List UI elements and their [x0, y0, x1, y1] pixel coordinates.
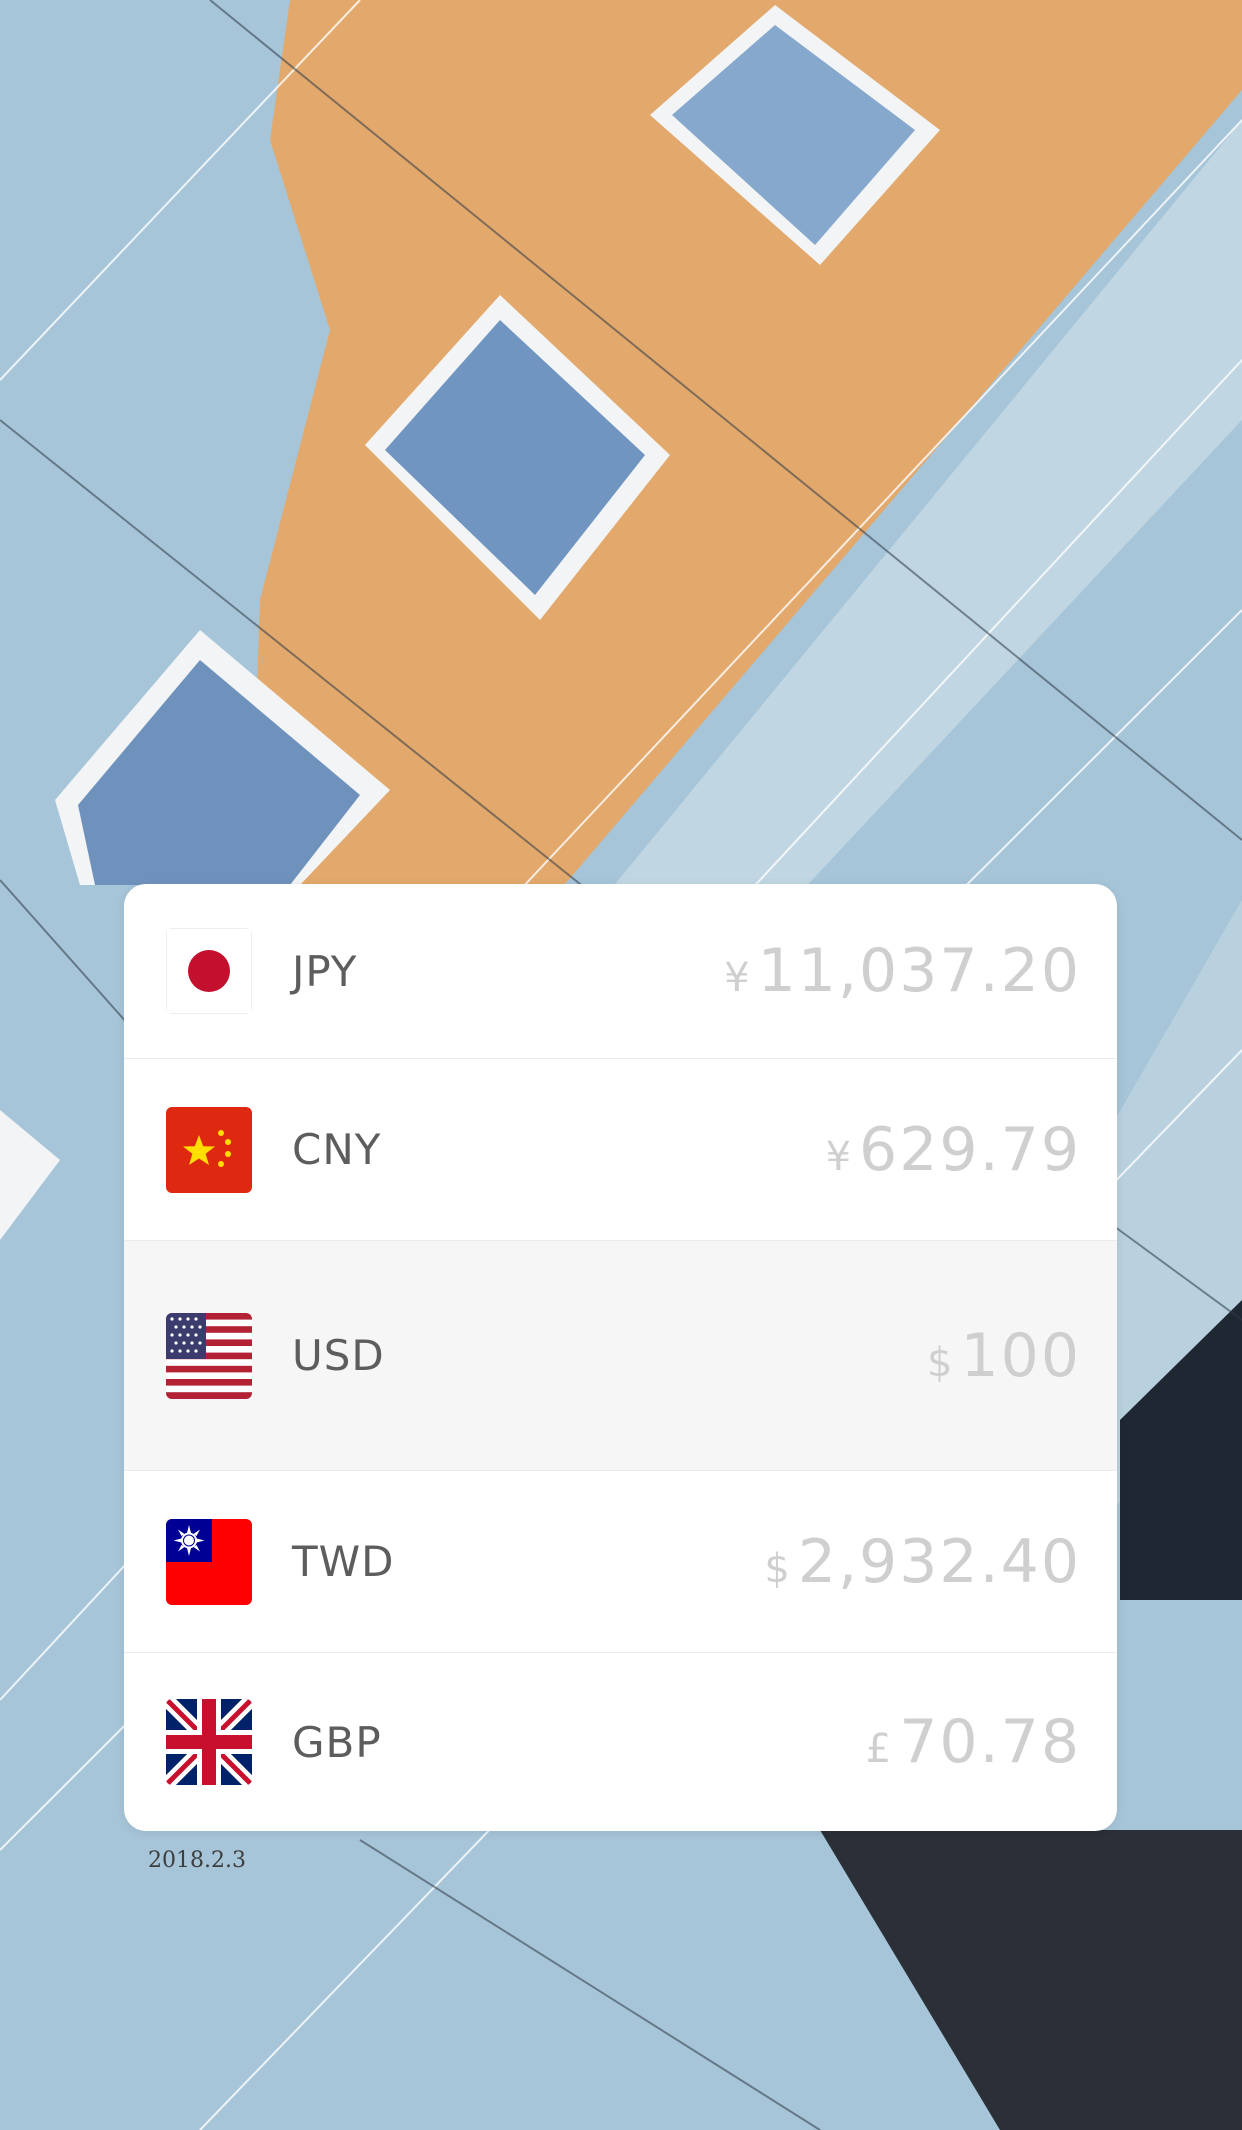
currency-symbol: ¥: [724, 955, 752, 1001]
amount-value: 2,932.40: [797, 1526, 1081, 1597]
currency-row-gbp[interactable]: GBP £ 70.78: [124, 1653, 1117, 1831]
currency-amount[interactable]: ¥ 629.79: [826, 1115, 1081, 1185]
taiwan-flag-icon: [166, 1519, 252, 1605]
currency-amount[interactable]: $ 2,932.40: [764, 1527, 1081, 1597]
currency-row-cny[interactable]: CNY ¥ 629.79: [124, 1059, 1117, 1241]
currency-code: USD: [292, 1331, 385, 1380]
currency-code: JPY: [292, 946, 358, 996]
uk-flag-icon: [166, 1699, 252, 1785]
china-flag-icon: [166, 1107, 252, 1193]
currency-symbol: $: [927, 1339, 955, 1386]
amount-value: 11,037.20: [757, 936, 1081, 1006]
currency-amount[interactable]: £ 70.78: [866, 1707, 1081, 1777]
currency-code: TWD: [292, 1537, 395, 1586]
currency-code: GBP: [292, 1717, 382, 1767]
amount-value: 70.78: [899, 1707, 1081, 1777]
rate-date-label: 2018.2.3: [148, 1848, 246, 1873]
currency-symbol: ¥: [825, 1133, 854, 1180]
currency-row-jpy[interactable]: JPY ¥ 11,037.20: [124, 884, 1117, 1059]
currency-list-card: JPY ¥ 11,037.20 CNY ¥ 629.79 USD $ 100 T…: [124, 884, 1117, 1831]
amount-value: 100: [960, 1320, 1081, 1391]
currency-row-usd[interactable]: USD $ 100: [124, 1241, 1117, 1471]
currency-amount[interactable]: $ 100: [927, 1321, 1081, 1391]
currency-symbol: £: [865, 1726, 894, 1772]
usa-flag-icon: [166, 1313, 252, 1399]
currency-row-twd[interactable]: TWD $ 2,932.40: [124, 1471, 1117, 1653]
currency-symbol: $: [764, 1545, 792, 1592]
amount-value: 629.79: [859, 1114, 1081, 1185]
currency-code: CNY: [292, 1125, 382, 1174]
japan-flag-icon: [166, 928, 252, 1014]
currency-amount[interactable]: ¥ 11,037.20: [724, 936, 1081, 1006]
